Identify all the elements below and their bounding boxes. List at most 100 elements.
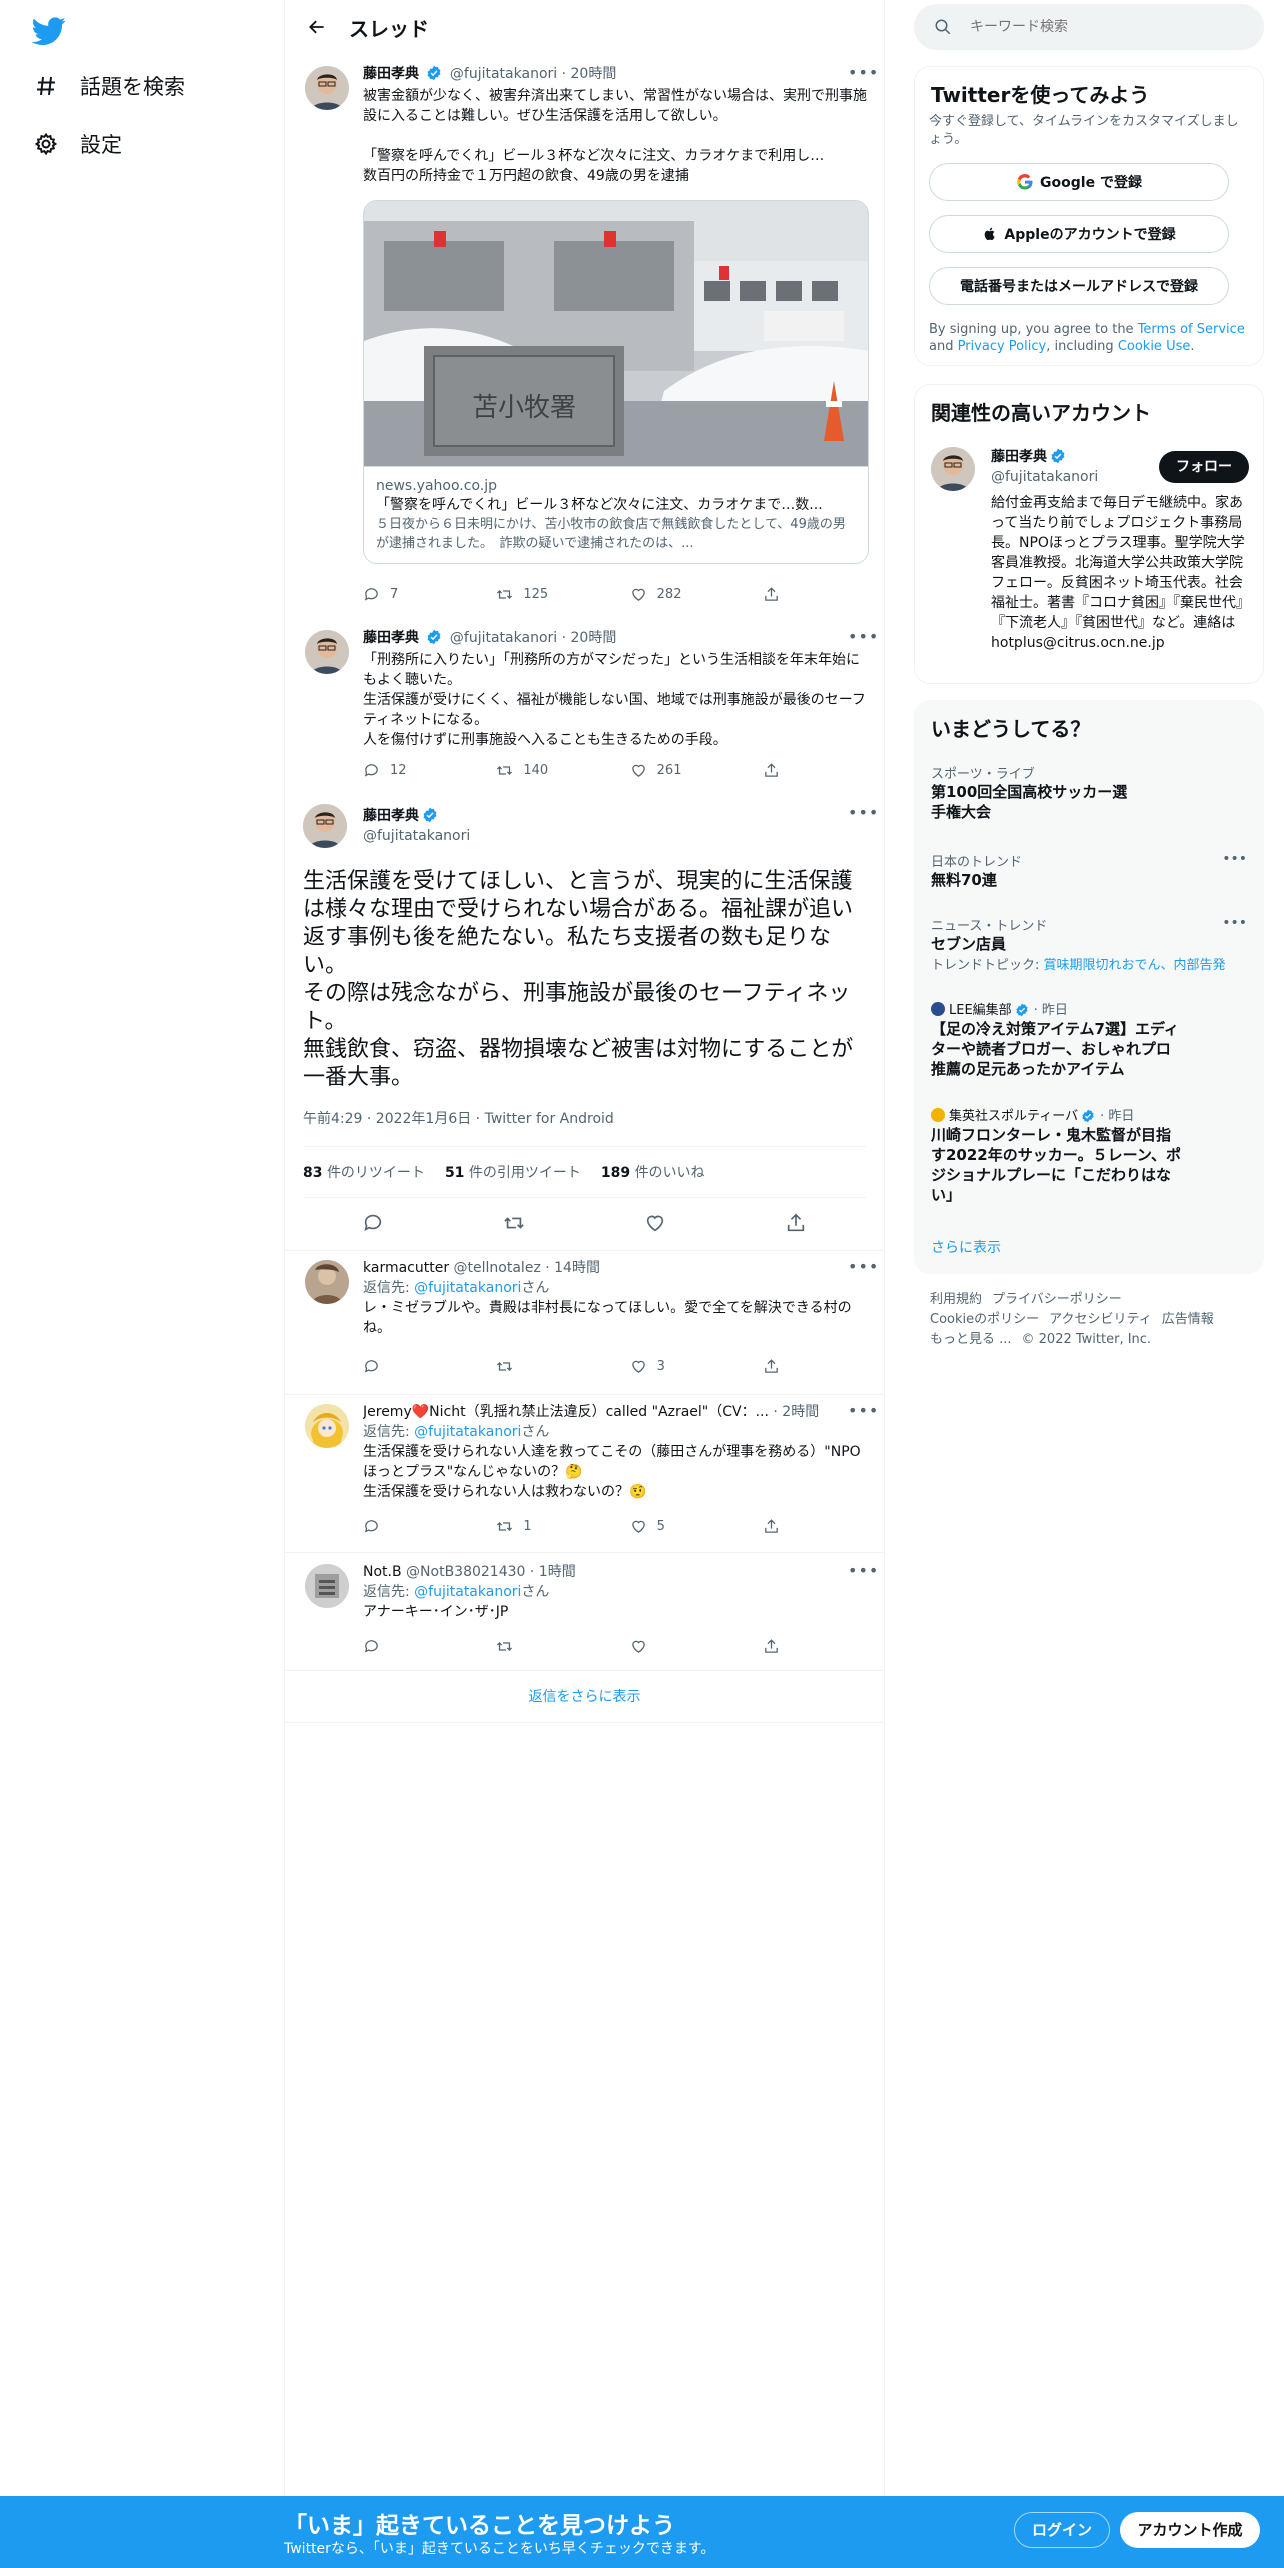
retweet-button[interactable] xyxy=(496,1638,596,1655)
footer-link[interactable]: 広告情報 xyxy=(1162,1312,1214,1327)
share-button[interactable] xyxy=(763,1518,793,1535)
replying-mention[interactable]: @fujitatakanori xyxy=(414,1584,521,1600)
privacy-policy-link[interactable]: Privacy Policy xyxy=(958,339,1047,354)
display-name[interactable]: Jeremy❤️Nicht（乳揺れ禁止法違反）called "Azrael"（C… xyxy=(363,1402,769,1422)
retweet-button[interactable]: 1 xyxy=(496,1518,596,1535)
nav-explore[interactable]: 話題を検索 xyxy=(32,66,185,106)
timestamp[interactable]: · 20時間 xyxy=(562,66,617,82)
thread-tweet[interactable]: 藤田孝典 @fujitatakanori · 20時間 被害金額が少なく、被害弁… xyxy=(285,62,884,622)
like-button[interactable]: 5 xyxy=(630,1518,730,1535)
follow-button[interactable]: フォロー xyxy=(1159,451,1249,483)
trend-topic-link[interactable]: 賞味期限切れおでん、内部告発 xyxy=(1044,958,1226,973)
replying-mention[interactable]: @fujitatakanori xyxy=(414,1280,521,1296)
reply-button[interactable]: 7 xyxy=(363,586,463,603)
share-button[interactable] xyxy=(763,1638,793,1655)
more-options-icon[interactable]: ••• xyxy=(848,1259,878,1280)
reply-icon[interactable] xyxy=(362,1212,384,1234)
handle[interactable]: @fujitatakanori xyxy=(450,630,557,646)
more-options-icon[interactable]: ••• xyxy=(1222,851,1247,867)
create-account-button[interactable]: アカウント作成 xyxy=(1120,2512,1260,2548)
avatar[interactable] xyxy=(305,66,349,110)
show-more-trends-link[interactable]: さらに表示 xyxy=(931,1237,1001,1257)
reply-button[interactable] xyxy=(363,1358,463,1375)
heart-icon[interactable] xyxy=(644,1212,666,1234)
trend-item[interactable]: LEE編集部 · 昨日 【足の冷え対策アイテム7選】エディターや読者ブロガー、おし… xyxy=(931,999,1247,1079)
footer-link[interactable]: アクセシビリティ xyxy=(1049,1312,1152,1327)
display-name[interactable]: Not.B xyxy=(363,1564,402,1580)
trend-item[interactable]: スポーツ・ライブ 第100回全国高校サッカー選手権大会 xyxy=(931,763,1247,822)
footer-link[interactable]: 利用規約 xyxy=(930,1292,982,1307)
nav-settings[interactable]: 設定 xyxy=(32,124,122,164)
avatar[interactable] xyxy=(305,1404,349,1448)
tweet-timestamp-source[interactable]: 午前4:29 · 2022年1月6日 · Twitter for Android xyxy=(303,1108,614,1128)
related-account-handle[interactable]: @fujitatakanori xyxy=(991,467,1098,487)
display-name[interactable]: karmacutter xyxy=(363,1260,449,1276)
trend-item[interactable]: ニュース・トレンド セブン店員 トレンドトピック: 賞味期限切れおでん、内部告発… xyxy=(931,915,1247,973)
share-button[interactable] xyxy=(763,1358,793,1375)
like-button[interactable] xyxy=(630,1638,730,1655)
reply-tweet[interactable]: Not.B @NotB38021430 · 1時間 返信先: @fujitata… xyxy=(285,1560,884,1668)
timestamp[interactable]: · 2時間 xyxy=(773,1404,819,1420)
footer-link[interactable]: Cookieのポリシー xyxy=(930,1312,1039,1327)
like-button[interactable]: 282 xyxy=(630,586,730,603)
likes-stat[interactable]: 189 件のいいね xyxy=(601,1162,705,1182)
search-bar[interactable] xyxy=(914,4,1264,50)
share-icon[interactable] xyxy=(785,1212,807,1234)
apple-signup-button[interactable]: Appleのアカウントで登録 xyxy=(929,215,1229,253)
avatar[interactable] xyxy=(931,447,975,491)
handle[interactable]: @NotB38021430 xyxy=(406,1564,525,1580)
search-input[interactable] xyxy=(970,19,1230,35)
retweet-button[interactable]: 140 xyxy=(496,762,596,779)
footer-more-link[interactable]: もっと見る ... xyxy=(930,1332,1012,1347)
timestamp[interactable]: · 14時間 xyxy=(545,1260,600,1276)
retweet-icon[interactable] xyxy=(503,1212,525,1234)
reply-tweet[interactable]: karmacutter @tellnotalez · 14時間 返信先: @fu… xyxy=(285,1256,884,1396)
avatar[interactable] xyxy=(305,630,349,674)
more-options-icon[interactable]: ••• xyxy=(1222,915,1247,931)
display-name[interactable]: 藤田孝典 xyxy=(363,808,419,824)
reply-tweet[interactable]: Jeremy❤️Nicht（乳揺れ禁止法違反）called "Azrael"（C… xyxy=(285,1400,884,1550)
avatar[interactable] xyxy=(305,1260,349,1304)
display-name[interactable]: 藤田孝典 xyxy=(363,66,419,82)
avatar[interactable] xyxy=(305,1564,349,1608)
retweets-stat[interactable]: 83 件のリツイート xyxy=(303,1162,425,1182)
timestamp[interactable]: · 1時間 xyxy=(530,1564,576,1580)
quotes-stat[interactable]: 51 件の引用ツイート xyxy=(445,1162,581,1182)
reply-button[interactable] xyxy=(363,1638,463,1655)
reply-button[interactable] xyxy=(363,1518,463,1535)
more-options-icon[interactable]: ••• xyxy=(848,1403,878,1424)
retweet-button[interactable]: 125 xyxy=(496,586,596,603)
handle[interactable]: @tellnotalez xyxy=(454,1260,541,1276)
like-button[interactable]: 3 xyxy=(630,1358,730,1375)
replying-mention[interactable]: @fujitatakanori xyxy=(414,1424,521,1440)
cookie-use-link[interactable]: Cookie Use xyxy=(1118,339,1191,354)
retweet-button[interactable] xyxy=(496,1358,596,1375)
reply-button[interactable]: 12 xyxy=(363,762,463,779)
timestamp[interactable]: · 20時間 xyxy=(562,630,617,646)
google-signup-button[interactable]: Google で登録 xyxy=(929,163,1229,201)
phone-email-signup-button[interactable]: 電話番号またはメールアドレスで登録 xyxy=(929,267,1229,305)
handle[interactable]: @fujitatakanori xyxy=(450,66,557,82)
more-options-icon[interactable]: ••• xyxy=(848,65,878,86)
footer-link[interactable]: プライバシーポリシー xyxy=(992,1292,1122,1307)
more-options-icon[interactable]: ••• xyxy=(848,629,878,650)
link-card[interactable]: 苫小牧署 news.yahoo.co.jp 「警察を呼んでくれ」ビール３杯など次… xyxy=(363,200,869,564)
display-name[interactable]: 藤田孝典 xyxy=(363,630,419,646)
trend-item[interactable]: 日本のトレンド 無料70連 ••• xyxy=(931,851,1247,890)
trend-item[interactable]: 集英社スポルティーバ · 昨日 川崎フロンターレ・鬼木監督が目指す2022年のサッ… xyxy=(931,1105,1247,1205)
share-button[interactable] xyxy=(763,762,793,779)
like-button[interactable]: 261 xyxy=(630,762,730,779)
tweet-text: レ・ミゼラブルや。貴殿は非村長になってほしい。愛で全てを解決できる村のね。 xyxy=(363,1300,852,1336)
twitter-logo-icon[interactable] xyxy=(31,14,66,48)
terms-of-service-link[interactable]: Terms of Service xyxy=(1138,322,1245,337)
login-button[interactable]: ログイン xyxy=(1014,2512,1110,2548)
share-button[interactable] xyxy=(763,586,793,603)
show-more-replies-link[interactable]: 返信をさらに表示 xyxy=(285,1672,884,1722)
thread-tweet[interactable]: 藤田孝典 @fujitatakanori · 20時間 「刑務所に入りたい」「刑… xyxy=(285,626,884,788)
avatar[interactable] xyxy=(303,804,347,848)
more-options-icon[interactable]: ••• xyxy=(848,1563,878,1584)
handle[interactable]: @fujitatakanori xyxy=(363,826,470,846)
related-account-name[interactable]: 藤田孝典 xyxy=(991,449,1047,465)
more-options-icon[interactable]: ••• xyxy=(848,805,878,826)
back-arrow-icon[interactable] xyxy=(299,9,335,45)
